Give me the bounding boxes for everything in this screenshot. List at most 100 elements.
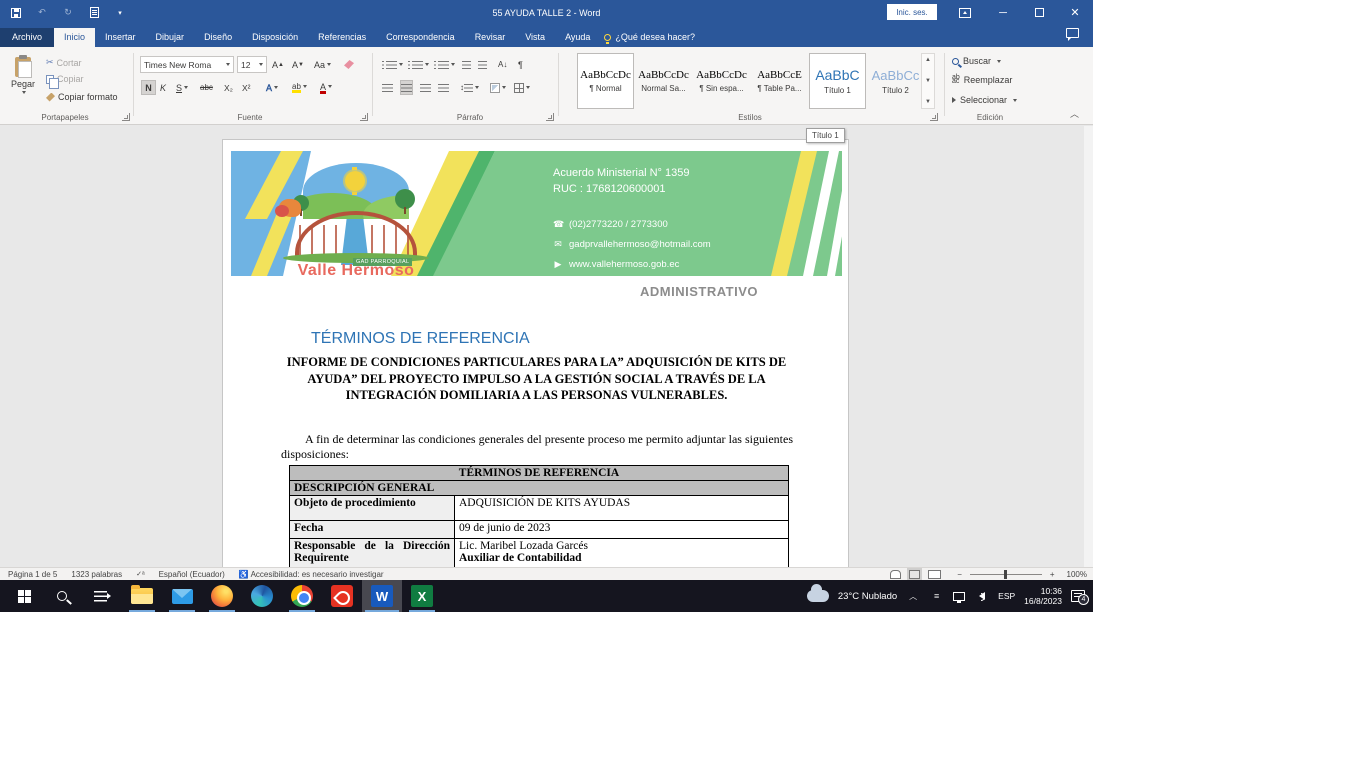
redo-icon[interactable]: ↻ (60, 5, 76, 21)
print-preview-icon[interactable] (86, 5, 102, 21)
tab-disposicion[interactable]: Disposición (242, 28, 308, 47)
align-center-button[interactable] (400, 80, 413, 95)
ribbon-display-options-icon[interactable] (950, 0, 980, 25)
font-color-button[interactable]: A (320, 79, 332, 94)
zoom-slider[interactable] (970, 574, 1042, 575)
borders-button[interactable] (514, 80, 530, 95)
web-layout-icon[interactable] (928, 570, 941, 579)
tab-dibujar[interactable]: Dibujar (146, 28, 195, 47)
minimize-button[interactable]: ─ (988, 0, 1018, 25)
strikethrough-button[interactable]: abc (200, 80, 213, 95)
copy-button[interactable]: Copiar (46, 74, 84, 84)
notification-icon[interactable]: 4 (1071, 590, 1085, 602)
numbering-button[interactable] (408, 57, 429, 72)
change-case-button[interactable]: Aa (314, 57, 331, 72)
taskbar-app-acrobat[interactable] (322, 580, 362, 612)
tab-correspondencia[interactable]: Correspondencia (376, 28, 465, 47)
zoom-slider-thumb[interactable] (1004, 570, 1007, 579)
tab-archivo[interactable]: Archivo (0, 28, 54, 47)
taskbar-app-mail[interactable] (162, 580, 202, 612)
decrease-indent-button[interactable] (462, 57, 471, 72)
taskbar-app-firefox[interactable] (202, 580, 242, 612)
clear-format-button[interactable] (344, 57, 354, 72)
style-card-t-tulo-2[interactable]: AaBbCcTítulo 2 (867, 53, 924, 109)
align-right-button[interactable] (420, 80, 431, 95)
cloud-icon[interactable] (807, 590, 829, 602)
comments-icon[interactable] (1066, 28, 1079, 38)
format-painter-button[interactable]: Copiar formato (46, 92, 118, 102)
replace-button[interactable]: abacReemplazar (952, 75, 1012, 85)
tray-misc-icon[interactable]: ≡ (929, 589, 943, 603)
taskbar-app-edge[interactable] (242, 580, 282, 612)
sort-button[interactable]: A↓ (498, 57, 507, 72)
style-card--normal[interactable]: AaBbCcDc¶ Normal (577, 53, 634, 109)
multilevel-list-button[interactable] (434, 57, 455, 72)
customize-qat-icon[interactable]: ▾ (112, 5, 128, 21)
print-layout-icon[interactable] (909, 570, 920, 579)
zoom-in-button[interactable]: + (1050, 570, 1055, 579)
shrink-font-button[interactable]: A▼ (292, 57, 304, 72)
paragraph-dialog-launcher[interactable] (546, 113, 554, 121)
tell-me-box[interactable]: ¿Qué desea hacer? (604, 32, 695, 47)
read-mode-icon[interactable] (890, 570, 901, 579)
restore-button[interactable] (1024, 0, 1054, 25)
italic-button[interactable]: K (160, 80, 166, 95)
zoom-out-button[interactable]: − (957, 570, 962, 579)
styles-scroll[interactable]: ▲▼▼ (921, 53, 935, 109)
weather-text[interactable]: 23°C Nublado (838, 591, 897, 602)
taskbar-app-explorer[interactable] (122, 580, 162, 612)
clock[interactable]: 10:3616/8/2023 (1024, 586, 1062, 606)
bullets-button[interactable] (382, 57, 403, 72)
subscript-button[interactable]: X₂ (224, 80, 233, 95)
zoom-level[interactable]: 100% (1067, 570, 1087, 579)
network-icon[interactable] (952, 589, 966, 603)
save-icon[interactable] (8, 5, 24, 21)
tab-inicio[interactable]: Inicio (54, 28, 95, 47)
text-effects-button[interactable]: A (266, 80, 278, 95)
accessibility-status[interactable]: ♿ Accesibilidad: es necesario investigar (239, 570, 384, 579)
show-marks-button[interactable]: ¶ (518, 57, 523, 72)
tab-insertar[interactable]: Insertar (95, 28, 146, 47)
justify-button[interactable] (438, 80, 449, 95)
style-card--sin-espa-[interactable]: AaBbCcDc¶ Sin espa... (693, 53, 750, 109)
collapse-ribbon-icon[interactable]: ︿ (1070, 107, 1079, 120)
search-button[interactable] (44, 580, 80, 612)
superscript-button[interactable]: X² (242, 80, 251, 95)
taskbar-app-excel[interactable]: X (402, 580, 442, 612)
line-spacing-button[interactable]: ↕ (460, 80, 479, 95)
style-card-t-tulo-1[interactable]: AaBbCTítulo 1 (809, 53, 866, 109)
cut-button[interactable]: ✂Cortar (46, 57, 82, 68)
tab-diseno[interactable]: Diseño (194, 28, 242, 47)
document-page[interactable]: Acuerdo Ministerial N° 1359 RUC : 176812… (222, 139, 849, 567)
grow-font-button[interactable]: A▲ (272, 57, 284, 72)
spellcheck-icon[interactable]: ✓ᵃ (136, 570, 144, 578)
font-name-combobox[interactable]: Times New Roma (140, 56, 234, 73)
taskbar-app-word[interactable]: W (362, 580, 402, 612)
tab-revisar[interactable]: Revisar (465, 28, 516, 47)
page-count[interactable]: Página 1 de 5 (8, 570, 57, 579)
tray-chevron-icon[interactable]: ︿ (906, 589, 920, 603)
vertical-scrollbar[interactable] (1084, 126, 1093, 567)
document-area[interactable]: Título 1 Acuerdo Ministerial N° 1359 RUC… (0, 126, 1093, 567)
taskbar-app-chrome[interactable] (282, 580, 322, 612)
word-count[interactable]: 1323 palabras (71, 570, 122, 579)
close-button[interactable]: ✕ (1060, 0, 1090, 25)
font-size-combobox[interactable]: 12 (237, 56, 267, 73)
clipboard-dialog-launcher[interactable] (122, 113, 130, 121)
increase-indent-button[interactable] (478, 57, 487, 72)
bold-button[interactable]: N (141, 80, 156, 95)
language-status[interactable]: Español (Ecuador) (159, 570, 225, 579)
task-view-button[interactable] (82, 580, 118, 612)
align-left-button[interactable] (382, 80, 393, 95)
select-button[interactable]: Seleccionar (952, 95, 1017, 105)
style-card-normal-sa-[interactable]: AaBbCcDcNormal Sa... (635, 53, 692, 109)
font-dialog-launcher[interactable] (360, 113, 368, 121)
highlight-button[interactable]: ab (292, 79, 307, 94)
tab-vista[interactable]: Vista (515, 28, 555, 47)
paste-button[interactable]: Pegar (6, 54, 40, 116)
tab-ayuda[interactable]: Ayuda (555, 28, 600, 47)
style-card--table-pa-[interactable]: AaBbCcE¶ Table Pa... (751, 53, 808, 109)
volume-icon[interactable] (975, 589, 989, 603)
keyboard-language[interactable]: ESP (998, 591, 1015, 601)
undo-icon[interactable]: ↶ (34, 5, 50, 21)
